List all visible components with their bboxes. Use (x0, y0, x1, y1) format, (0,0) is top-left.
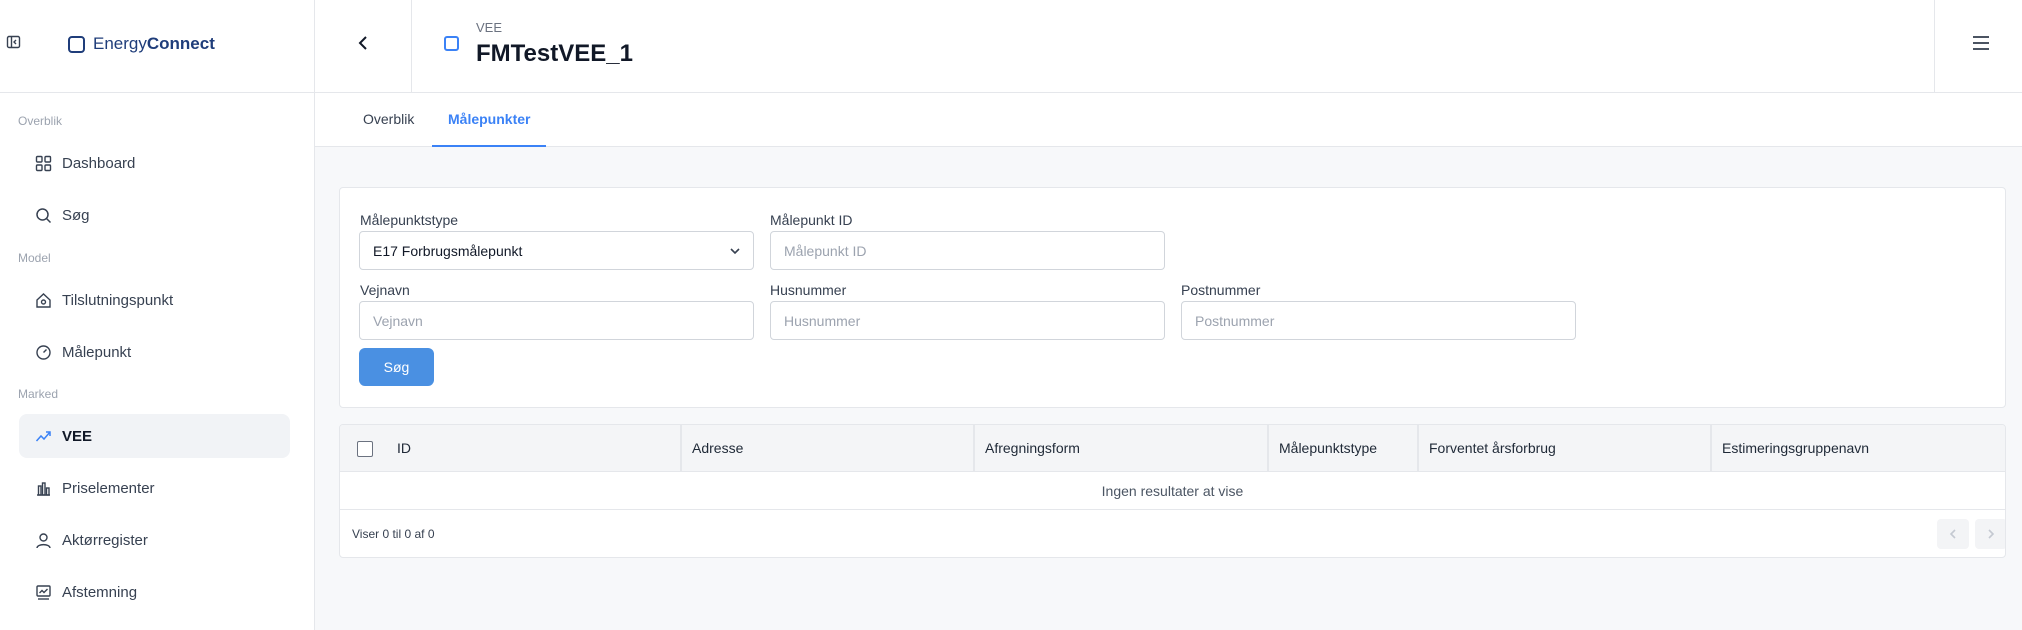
zip-input[interactable]: Postnummer (1181, 301, 1576, 340)
divider (411, 0, 412, 93)
table-header: ID Adresse Afregningsform Målepunktstype… (340, 425, 2005, 472)
chevron-right-icon (1988, 529, 1995, 539)
house-number-input[interactable]: Husnummer (770, 301, 1165, 340)
sidebar-item-vee[interactable]: VEE (19, 414, 290, 458)
sidebar-item-malepunkt[interactable]: Målepunkt (19, 330, 290, 374)
brand-square-icon (68, 35, 85, 53)
sidebar-section-overblik: Overblik (18, 114, 63, 128)
street-input[interactable]: Vejnavn (359, 301, 754, 340)
empty-message: Ingen resultater at vise (340, 472, 2005, 510)
top-bar: EnergyConnect VEE FMTestVEE_1 (0, 0, 2022, 93)
tab-overblik[interactable]: Overblik (363, 93, 414, 147)
column-header-forventet-arsforbrug[interactable]: Forventet årsforbrug (1417, 425, 1710, 472)
column-header-adresse[interactable]: Adresse (680, 425, 973, 472)
search-icon (36, 207, 52, 223)
dashboard-icon (35, 155, 52, 171)
chevron-down-icon (730, 248, 740, 255)
prev-page-button[interactable] (1937, 519, 1969, 549)
brand-name: EnergyConnect (93, 34, 215, 53)
column-header-id[interactable]: ID (387, 425, 667, 472)
sidebar-item-dashboard[interactable]: Dashboard (19, 141, 290, 185)
house-label: Husnummer (770, 282, 847, 298)
divider (1934, 0, 1935, 93)
filter-card (339, 187, 2006, 408)
zip-label: Postnummer (1181, 282, 1261, 298)
breadcrumb: VEE (476, 20, 503, 35)
brand-logo[interactable]: EnergyConnect (68, 34, 215, 54)
chevron-left-icon (1949, 529, 1956, 539)
sidebar-section-marked: Marked (18, 387, 59, 401)
next-page-button[interactable] (1975, 519, 2005, 549)
sidebar-item-priselementer[interactable]: Priselementer (19, 466, 290, 510)
id-label: Målepunkt ID (770, 212, 853, 228)
street-label: Vejnavn (360, 282, 410, 298)
trend-icon (35, 430, 51, 442)
divider (314, 0, 315, 93)
sidebar-item-tilslutningspunkt[interactable]: Tilslutningspunkt (19, 278, 290, 322)
select-all-checkbox[interactable] (357, 441, 373, 457)
house-icon (36, 292, 51, 308)
reconcile-icon (36, 584, 51, 600)
sidebar-item-label: Afstemning (62, 583, 138, 601)
sidebar-item-label: VEE (62, 427, 93, 445)
sidebar-item-label: Målepunkt (62, 343, 132, 361)
type-select-value: E17 Forbrugsmålepunkt (373, 242, 523, 259)
sidebar-item-search[interactable]: Søg (19, 193, 290, 237)
search-button[interactable]: Søg (359, 348, 434, 386)
malepunkt-id-input[interactable]: Målepunkt ID (770, 231, 1165, 270)
back-arrow-icon[interactable] (352, 32, 374, 54)
vee-square-icon (444, 36, 459, 51)
page-title: FMTestVEE_1 (476, 40, 633, 67)
sidebar-item-label: Dashboard (62, 154, 136, 172)
sidebar-collapse-icon[interactable] (6, 34, 22, 50)
hamburger-menu-icon[interactable] (1970, 32, 1992, 54)
results-table: ID Adresse Afregningsform Målepunktstype… (339, 424, 2006, 558)
sidebar-item-label: Priselementer (62, 479, 155, 497)
pagination-info: Viser 0 til 0 af 0 (352, 527, 435, 541)
sidebar-item-label: Søg (62, 206, 90, 224)
sidebar-item-label: Aktørregister (62, 531, 148, 549)
column-header-malepunktstype[interactable]: Målepunktstype (1267, 425, 1417, 472)
sidebar: Overblik Dashboard Søg Model Tilslutning… (0, 93, 315, 630)
gauge-icon (36, 344, 51, 360)
sidebar-item-aktorregister[interactable]: Aktørregister (19, 518, 290, 562)
tab-malepunkter[interactable]: Målepunkter (432, 93, 547, 147)
type-label: Målepunktstype (360, 212, 459, 228)
price-chart-icon (37, 481, 50, 496)
person-icon (36, 532, 51, 548)
sidebar-item-label: Tilslutningspunkt (62, 291, 174, 309)
column-header-afregningsform[interactable]: Afregningsform (973, 425, 1267, 472)
sidebar-item-afstemning[interactable]: Afstemning (19, 570, 290, 614)
tab-bar: Overblik Målepunkter (315, 93, 2022, 147)
sidebar-section-model: Model (18, 251, 51, 265)
type-select[interactable]: E17 Forbrugsmålepunkt (359, 231, 754, 270)
column-header-estimeringsgruppenavn[interactable]: Estimeringsgruppenavn (1710, 425, 2005, 472)
